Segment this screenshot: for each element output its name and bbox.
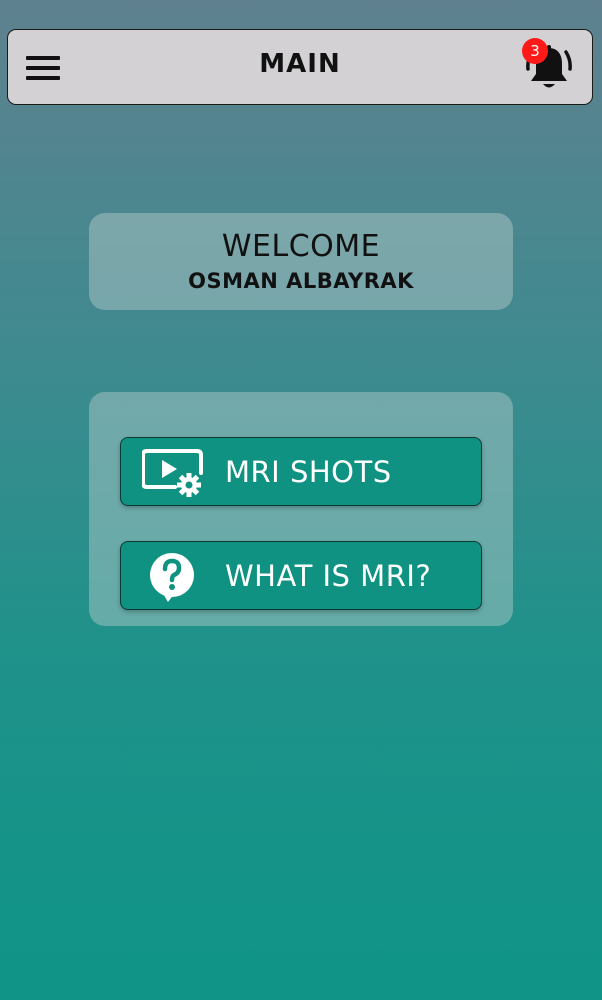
top-app-bar: MAIN 3 — [7, 29, 593, 105]
page-title: MAIN — [259, 49, 341, 79]
mri-shots-button[interactable]: MRI SHOTS — [120, 437, 482, 506]
user-name: OSMAN ALBAYRAK — [188, 269, 414, 293]
welcome-card: WELCOME OSMAN ALBAYRAK — [89, 213, 513, 310]
welcome-title: WELCOME — [221, 229, 381, 264]
what-is-mri-label: WHAT IS MRI? — [225, 559, 432, 593]
video-settings-icon — [142, 449, 203, 497]
what-is-mri-button[interactable]: WHAT IS MRI? — [120, 541, 482, 610]
notification-badge: 3 — [522, 38, 548, 64]
notifications-button[interactable]: 3 — [516, 36, 580, 100]
mri-shots-label: MRI SHOTS — [225, 455, 392, 489]
main-menu-card: MRI SHOTS WHAT IS MRI? — [89, 392, 513, 626]
question-bubble-icon — [150, 553, 194, 602]
